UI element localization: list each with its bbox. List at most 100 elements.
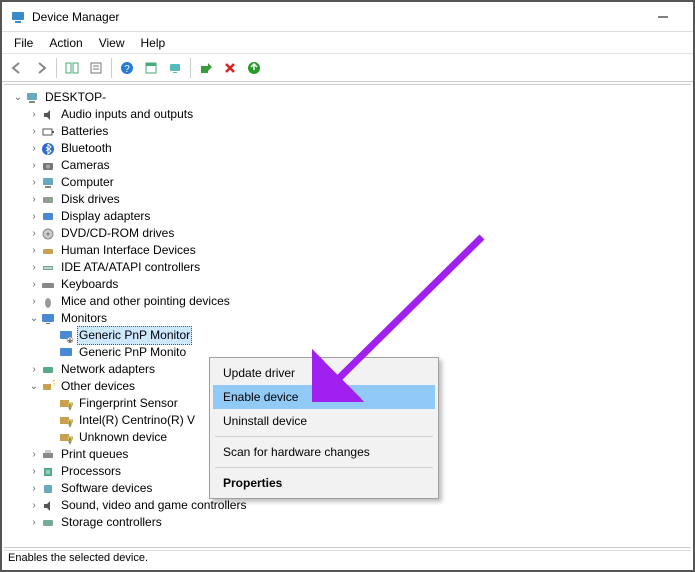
svg-text:?: ?: [124, 64, 130, 75]
expand-icon[interactable]: ›: [28, 140, 40, 157]
expand-icon[interactable]: ›: [28, 157, 40, 174]
category-icon: [40, 515, 56, 531]
tree-category-monitors[interactable]: ⌄ Monitors: [6, 310, 689, 327]
expand-icon[interactable]: ›: [28, 463, 40, 480]
expand-icon[interactable]: ›: [28, 191, 40, 208]
collapse-icon[interactable]: ⌄: [28, 378, 40, 395]
show-hide-console-button[interactable]: [61, 57, 83, 79]
svg-text:?: ?: [52, 380, 55, 388]
tree-category[interactable]: ›Human Interface Devices: [6, 242, 689, 259]
help-button[interactable]: ?: [116, 57, 138, 79]
update-driver-button[interactable]: [243, 57, 265, 79]
menu-view[interactable]: View: [91, 34, 133, 52]
tree-category[interactable]: ›Sound, video and game controllers: [6, 497, 689, 514]
collapse-icon[interactable]: ⌄: [28, 310, 40, 327]
category-icon: [40, 209, 56, 225]
category-icon: [40, 226, 56, 242]
toolbar-separator: [190, 58, 191, 78]
expand-icon[interactable]: ›: [28, 293, 40, 310]
expand-icon[interactable]: ›: [28, 259, 40, 276]
category-icon: [40, 141, 56, 157]
category-icon: [40, 277, 56, 293]
warning-icon: !: [58, 396, 74, 412]
menu-help[interactable]: Help: [133, 34, 174, 52]
category-icon: [40, 107, 56, 123]
tree-category[interactable]: ›Audio inputs and outputs: [6, 106, 689, 123]
tree-category[interactable]: ›Cameras: [6, 157, 689, 174]
tree-item-generic-pnp-monitor-1[interactable]: Generic PnP Monitor: [6, 327, 689, 344]
expand-icon[interactable]: ›: [28, 123, 40, 140]
context-menu: Update driver Enable device Uninstall de…: [209, 357, 439, 499]
menu-file[interactable]: File: [6, 34, 41, 52]
back-button[interactable]: [6, 57, 28, 79]
expand-icon[interactable]: ›: [28, 446, 40, 463]
svg-text:!: !: [69, 421, 71, 428]
titlebar: Device Manager: [2, 2, 693, 32]
expand-icon[interactable]: ›: [28, 208, 40, 225]
menu-separator: [215, 467, 433, 468]
properties-button[interactable]: [85, 57, 107, 79]
warning-icon: !: [58, 430, 74, 446]
expand-icon[interactable]: ›: [28, 480, 40, 497]
toolbar-separator: [56, 58, 57, 78]
expand-icon[interactable]: ›: [28, 514, 40, 531]
category-icon: [40, 294, 56, 310]
category-icon: [40, 243, 56, 259]
monitor-icon: [40, 311, 56, 327]
app-icon: [10, 9, 26, 25]
tree-category[interactable]: ›Mice and other pointing devices: [6, 293, 689, 310]
menubar: File Action View Help: [2, 32, 693, 54]
expand-icon[interactable]: ›: [28, 242, 40, 259]
computer-icon: [24, 90, 40, 106]
category-icon: [40, 464, 56, 480]
scan-hardware-button[interactable]: [164, 57, 186, 79]
monitor-down-icon: [58, 328, 74, 344]
category-icon: [40, 260, 56, 276]
other-icon: ?: [40, 379, 56, 395]
tree-category[interactable]: ›Bluetooth: [6, 140, 689, 157]
ctx-enable-device[interactable]: Enable device: [213, 385, 435, 409]
tree-category[interactable]: ›Display adapters: [6, 208, 689, 225]
monitor-icon: [58, 345, 74, 361]
menu-separator: [215, 436, 433, 437]
category-icon: [40, 124, 56, 140]
expand-icon[interactable]: ›: [28, 174, 40, 191]
category-icon: [40, 192, 56, 208]
expand-icon[interactable]: ›: [28, 106, 40, 123]
category-icon: [40, 175, 56, 191]
svg-text:!: !: [69, 404, 71, 411]
tree-category[interactable]: ›IDE ATA/ATAPI controllers: [6, 259, 689, 276]
status-bar: Enables the selected device.: [4, 550, 691, 568]
tree-category[interactable]: ›Keyboards: [6, 276, 689, 293]
ctx-properties[interactable]: Properties: [213, 471, 435, 495]
warning-icon: !: [58, 413, 74, 429]
category-icon: [40, 158, 56, 174]
network-icon: [40, 362, 56, 378]
expand-icon[interactable]: ›: [28, 361, 40, 378]
toolbar-button[interactable]: [140, 57, 162, 79]
forward-button[interactable]: [30, 57, 52, 79]
category-icon: [40, 447, 56, 463]
tree-category[interactable]: ›DVD/CD-ROM drives: [6, 225, 689, 242]
minimize-button[interactable]: [641, 3, 685, 31]
tree-category[interactable]: ›Storage controllers: [6, 514, 689, 531]
expand-icon[interactable]: ›: [28, 276, 40, 293]
tree-root[interactable]: ⌄ DESKTOP-: [6, 89, 689, 106]
tree-category[interactable]: ›Batteries: [6, 123, 689, 140]
expand-icon[interactable]: ›: [28, 497, 40, 514]
enable-device-button[interactable]: [195, 57, 217, 79]
window-title: Device Manager: [32, 10, 641, 24]
svg-text:!: !: [69, 438, 71, 445]
toolbar: ?: [2, 54, 693, 82]
collapse-icon[interactable]: ⌄: [12, 89, 24, 106]
tree-category[interactable]: ›Computer: [6, 174, 689, 191]
ctx-uninstall-device[interactable]: Uninstall device: [213, 409, 435, 433]
ctx-update-driver[interactable]: Update driver: [213, 361, 435, 385]
tree-category[interactable]: ›Disk drives: [6, 191, 689, 208]
uninstall-button[interactable]: [219, 57, 241, 79]
category-icon: [40, 481, 56, 497]
ctx-scan-hardware[interactable]: Scan for hardware changes: [213, 440, 435, 464]
toolbar-separator: [111, 58, 112, 78]
menu-action[interactable]: Action: [41, 34, 90, 52]
expand-icon[interactable]: ›: [28, 225, 40, 242]
